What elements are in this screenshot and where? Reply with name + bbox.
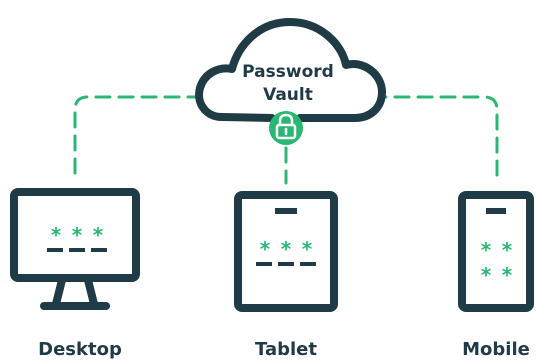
cloud-title-line1: Password — [242, 62, 334, 82]
mobile-phone-icon: * * * * — [458, 191, 534, 312]
desktop-device: * * * Desktop — [10, 188, 140, 360]
svg-text:*: * — [260, 237, 271, 261]
svg-text:*: * — [93, 223, 104, 247]
svg-text:*: * — [502, 263, 513, 287]
svg-text:*: * — [281, 237, 292, 261]
password-vault-diagram: Password Vault * * * Desktop * * * Table… — [10, 18, 534, 360]
desktop-monitor-icon: * * * — [10, 188, 140, 310]
tablet-password-stars: * * * — [260, 237, 313, 261]
tablet-icon: * * * — [234, 191, 338, 312]
mobile-label: Mobile — [462, 339, 530, 360]
desktop-password-stars: * * * — [51, 223, 104, 247]
connector-mobile — [370, 95, 499, 180]
password-vault-cloud: Password Vault — [195, 18, 386, 122]
connector-desktop — [73, 95, 204, 180]
svg-text:*: * — [51, 223, 62, 247]
svg-text:*: * — [502, 238, 513, 262]
svg-text:*: * — [481, 263, 492, 287]
mobile-device: * * * * Mobile — [458, 191, 534, 360]
desktop-label: Desktop — [38, 339, 122, 360]
vault-lock-badge — [269, 111, 303, 145]
cloud-title-line2: Vault — [263, 85, 313, 105]
svg-text:*: * — [481, 238, 492, 262]
svg-text:*: * — [72, 223, 83, 247]
svg-text:*: * — [302, 237, 313, 261]
tablet-device: * * * Tablet — [234, 191, 338, 360]
tablet-label: Tablet — [255, 339, 317, 360]
desktop-stand — [40, 276, 110, 310]
